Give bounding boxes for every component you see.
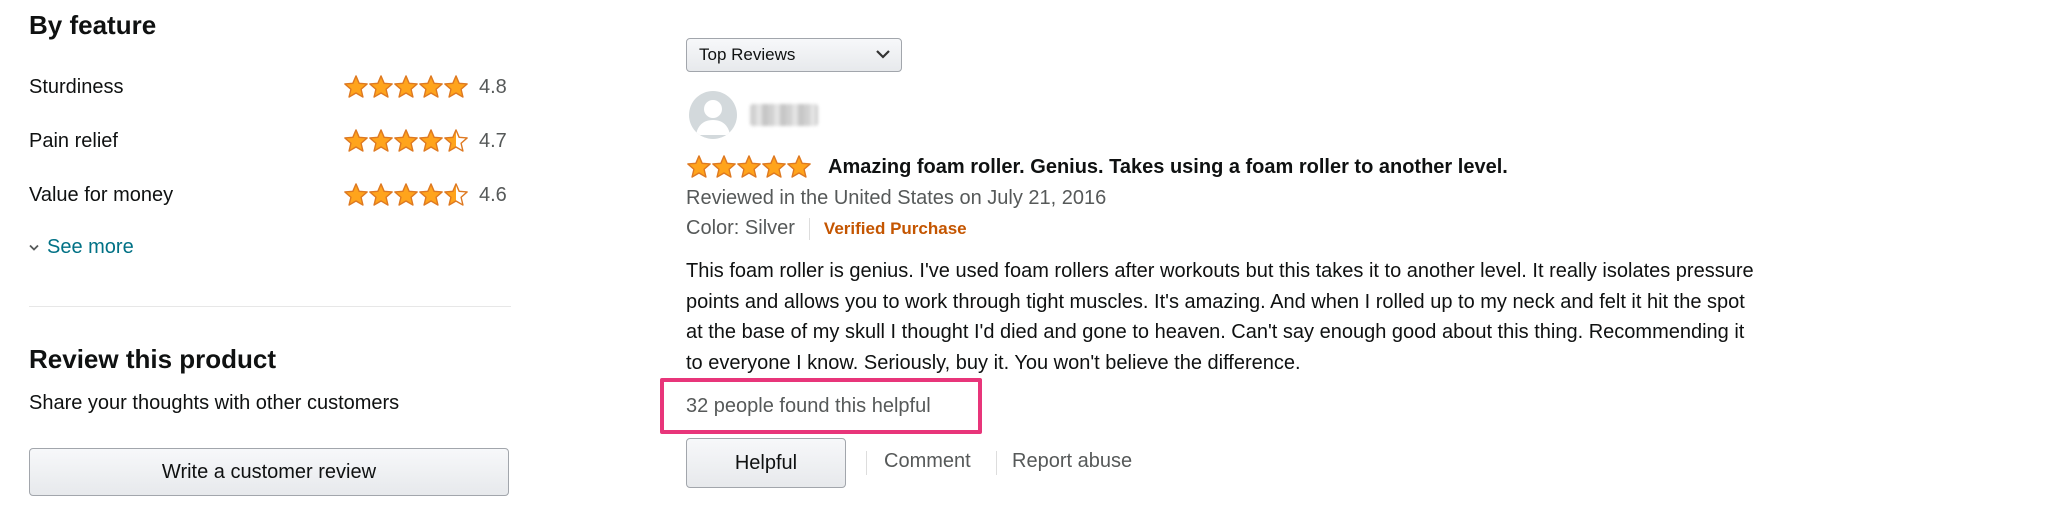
star-rating xyxy=(343,128,468,154)
person-icon xyxy=(696,100,730,135)
product-color: Color: Silver xyxy=(686,217,795,239)
write-review-button[interactable]: Write a customer review xyxy=(29,448,509,496)
review-body: This foam roller is genius. I've used fo… xyxy=(686,260,1754,374)
reviewer-avatar[interactable] xyxy=(689,91,737,139)
star-full-icon xyxy=(787,155,811,178)
star-full-icon xyxy=(344,183,368,206)
sort-reviews-select[interactable]: Top Reviews xyxy=(686,38,902,72)
review-date: Reviewed in the United States on July 21… xyxy=(686,187,1107,209)
chevron-down-icon xyxy=(29,244,39,251)
verified-purchase-badge: Verified Purchase xyxy=(823,218,967,238)
review-headline[interactable]: Amazing foam roller. Genius. Takes using… xyxy=(828,156,1508,179)
report-abuse-link[interactable]: Report abuse xyxy=(1012,450,1132,473)
action-separator xyxy=(996,451,997,475)
star-full-icon xyxy=(687,155,711,178)
comment-link[interactable]: Comment xyxy=(884,450,971,473)
review-star-rating xyxy=(686,154,811,180)
meta-separator xyxy=(808,217,810,240)
by-feature-heading: By feature xyxy=(29,10,157,40)
action-separator xyxy=(866,451,867,475)
star-half-icon xyxy=(444,183,468,206)
star-full-icon xyxy=(712,155,736,178)
star-full-icon xyxy=(369,75,393,98)
review-product-subtitle: Share your thoughts with other customers xyxy=(29,392,400,414)
star-full-icon xyxy=(369,183,393,206)
star-full-icon xyxy=(344,75,368,98)
feature-label: Value for money xyxy=(29,184,174,206)
sort-selected-label: Top Reviews xyxy=(699,45,796,64)
feature-label: Sturdiness xyxy=(29,76,124,98)
feature-score: 4.8 xyxy=(479,76,507,98)
star-full-icon xyxy=(369,129,393,152)
chevron-down-icon xyxy=(876,50,890,59)
feature-row-sturdiness: Sturdiness 4.8 xyxy=(29,74,511,104)
see-more-link[interactable]: See more xyxy=(29,236,134,259)
helpful-count: 32 people found this helpful xyxy=(686,394,931,417)
section-divider xyxy=(29,306,511,307)
star-full-icon xyxy=(419,129,443,152)
star-full-icon xyxy=(419,183,443,206)
star-full-icon xyxy=(394,75,418,98)
reviewer-name-redacted[interactable] xyxy=(750,104,818,126)
star-full-icon xyxy=(394,129,418,152)
feature-score: 4.6 xyxy=(479,184,507,206)
helpful-count-highlight: 32 people found this helpful xyxy=(660,378,982,434)
review-product-heading: Review this product xyxy=(29,344,277,374)
star-full-icon xyxy=(344,129,368,152)
feature-row-value-for-money: Value for money 4.6 xyxy=(29,182,511,212)
see-more-label: See more xyxy=(47,236,134,258)
star-rating xyxy=(343,74,468,100)
star-full-icon xyxy=(762,155,786,178)
star-rating xyxy=(343,182,468,208)
feature-label: Pain relief xyxy=(29,130,118,152)
star-full-icon xyxy=(419,75,443,98)
star-half-icon xyxy=(444,129,468,152)
star-full-icon xyxy=(394,183,418,206)
helpful-button[interactable]: Helpful xyxy=(686,438,846,488)
feature-score: 4.7 xyxy=(479,130,507,152)
star-full-icon xyxy=(737,155,761,178)
star-full-icon xyxy=(444,75,468,98)
feature-row-pain-relief: Pain relief 4.7 xyxy=(29,128,511,158)
review-meta: Color: Silver Verified Purchase xyxy=(686,217,967,240)
